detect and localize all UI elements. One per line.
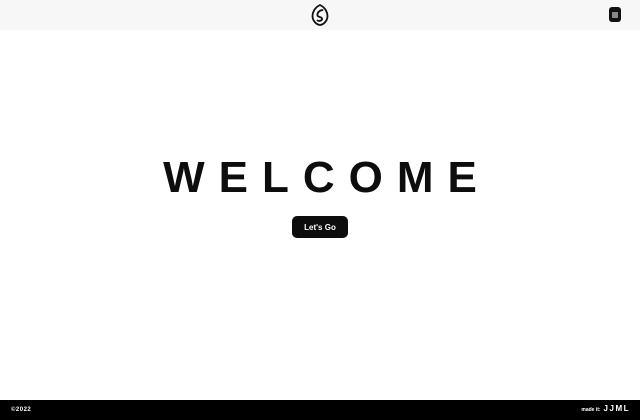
page: WELCOME Let's Go ©2022 made it: JJML (0, 0, 640, 420)
copyright-text: ©2022 (11, 407, 32, 413)
made-by-credit[interactable]: made it: JJML (581, 404, 630, 415)
lets-go-button[interactable]: Let's Go (292, 216, 348, 238)
site-logo[interactable] (310, 4, 330, 26)
menu-icon (612, 12, 618, 17)
footer: ©2022 made it: JJML (0, 400, 640, 420)
hero-section: WELCOME Let's Go (0, 30, 640, 400)
made-by-label: made it: (581, 407, 601, 413)
menu-button[interactable] (609, 7, 621, 22)
made-by-brand: JJML (603, 404, 630, 413)
leaf-logo-icon (311, 4, 329, 26)
welcome-heading: WELCOME (163, 153, 491, 202)
top-navigation-bar (0, 0, 640, 30)
